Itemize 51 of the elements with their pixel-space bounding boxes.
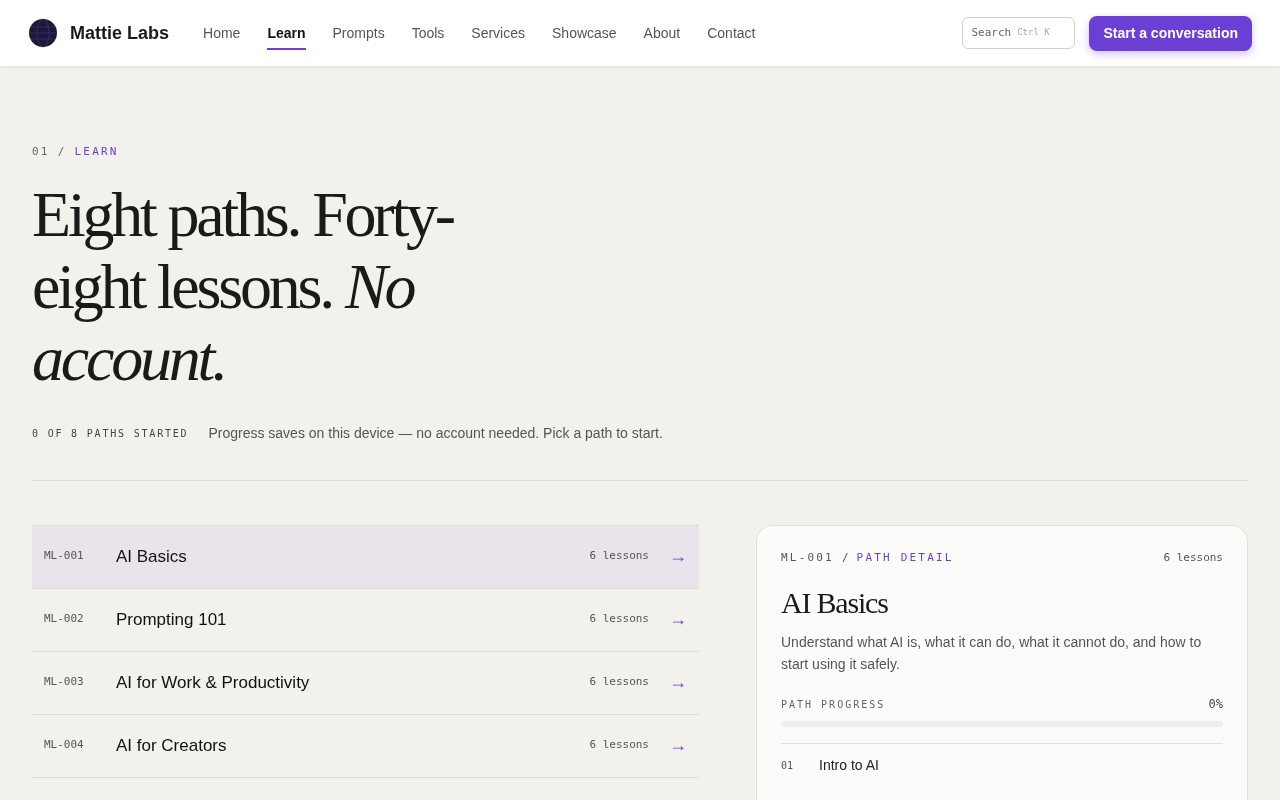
path-code: ML-004 bbox=[44, 737, 85, 754]
brand-name[interactable]: Mattie Labs bbox=[70, 19, 170, 47]
shortcut-hint: Ctrl K bbox=[1017, 26, 1050, 40]
lesson-number: 01 bbox=[781, 758, 795, 773]
path-title: Prompting 101 bbox=[116, 608, 227, 631]
nav-link[interactable]: Learn bbox=[267, 16, 306, 50]
detail-label: PATH DETAIL bbox=[856, 549, 954, 566]
nav-link[interactable]: Prompts bbox=[332, 16, 385, 50]
nav-link[interactable]: Contact bbox=[707, 16, 756, 50]
progress-value: 0% bbox=[1208, 696, 1223, 713]
arrow-icon: → bbox=[669, 732, 687, 759]
search-field[interactable]: Search Ctrl K bbox=[962, 17, 1076, 49]
path-title: AI for Work & Productivity bbox=[116, 671, 310, 694]
path-code: ML-003 bbox=[44, 674, 85, 691]
arrow-icon: → bbox=[669, 606, 687, 633]
lesson-count: 6 lessons bbox=[589, 737, 649, 754]
section-label: LEARN bbox=[74, 144, 119, 160]
nav-link[interactable]: Showcase bbox=[552, 16, 617, 50]
search-placeholder: Search bbox=[971, 24, 1012, 41]
progress-note: Progress saves on this device — no account needed. Pick a path to start. bbox=[208, 423, 663, 443]
lesson-count: 6 lessons bbox=[589, 674, 649, 691]
path-row[interactable]: ML-002 Prompting 101 6 lessons → bbox=[32, 588, 699, 652]
globe-logo-icon bbox=[28, 18, 58, 48]
lesson-count: 6 lessons bbox=[589, 611, 649, 628]
path-code: ML-002 bbox=[44, 611, 85, 628]
path-code: ML-001 bbox=[44, 548, 85, 565]
nav-link[interactable]: Home bbox=[203, 16, 241, 50]
arrow-icon: → bbox=[669, 543, 687, 570]
path-row[interactable]: ML-004 AI for Creators 6 lessons → bbox=[32, 714, 699, 778]
detail-lesson-count: 6 lessons bbox=[1163, 549, 1223, 566]
lesson-row[interactable]: 01 Intro to AI bbox=[781, 743, 1223, 786]
nav-link[interactable]: Tools bbox=[411, 16, 445, 50]
progress-label: PATH PROGRESS bbox=[781, 697, 886, 712]
path-title: AI Basics bbox=[116, 545, 187, 568]
lesson-count: 6 lessons bbox=[589, 548, 649, 565]
nav-link[interactable]: About bbox=[643, 16, 681, 50]
start-conversation-button[interactable]: Start a conversation bbox=[1089, 15, 1252, 51]
section-number: 01 bbox=[32, 144, 50, 160]
detail-description: Understand what AI is, what it can do, what it cannot do, and how to start using it safely. bbox=[781, 633, 1203, 674]
nav-link[interactable]: Services bbox=[471, 16, 525, 50]
path-row[interactable]: ML-001 AI Basics 6 lessons → bbox=[32, 525, 699, 589]
separator: / bbox=[841, 549, 849, 566]
arrow-icon: → bbox=[669, 669, 687, 696]
detail-code: ML-001 bbox=[781, 549, 834, 566]
paths-started-count: 0 OF 8 PATHS STARTED bbox=[32, 426, 189, 441]
detail-title: AI Basics bbox=[781, 585, 889, 621]
path-title: AI for Creators bbox=[116, 734, 227, 757]
separator: / bbox=[57, 144, 67, 160]
headline: Eight paths. Forty-eight lessons. No account. bbox=[32, 178, 455, 395]
lesson-title: Intro to AI bbox=[819, 755, 879, 775]
path-row[interactable]: ML-003 AI for Work & Productivity 6 lessons → bbox=[32, 651, 699, 715]
